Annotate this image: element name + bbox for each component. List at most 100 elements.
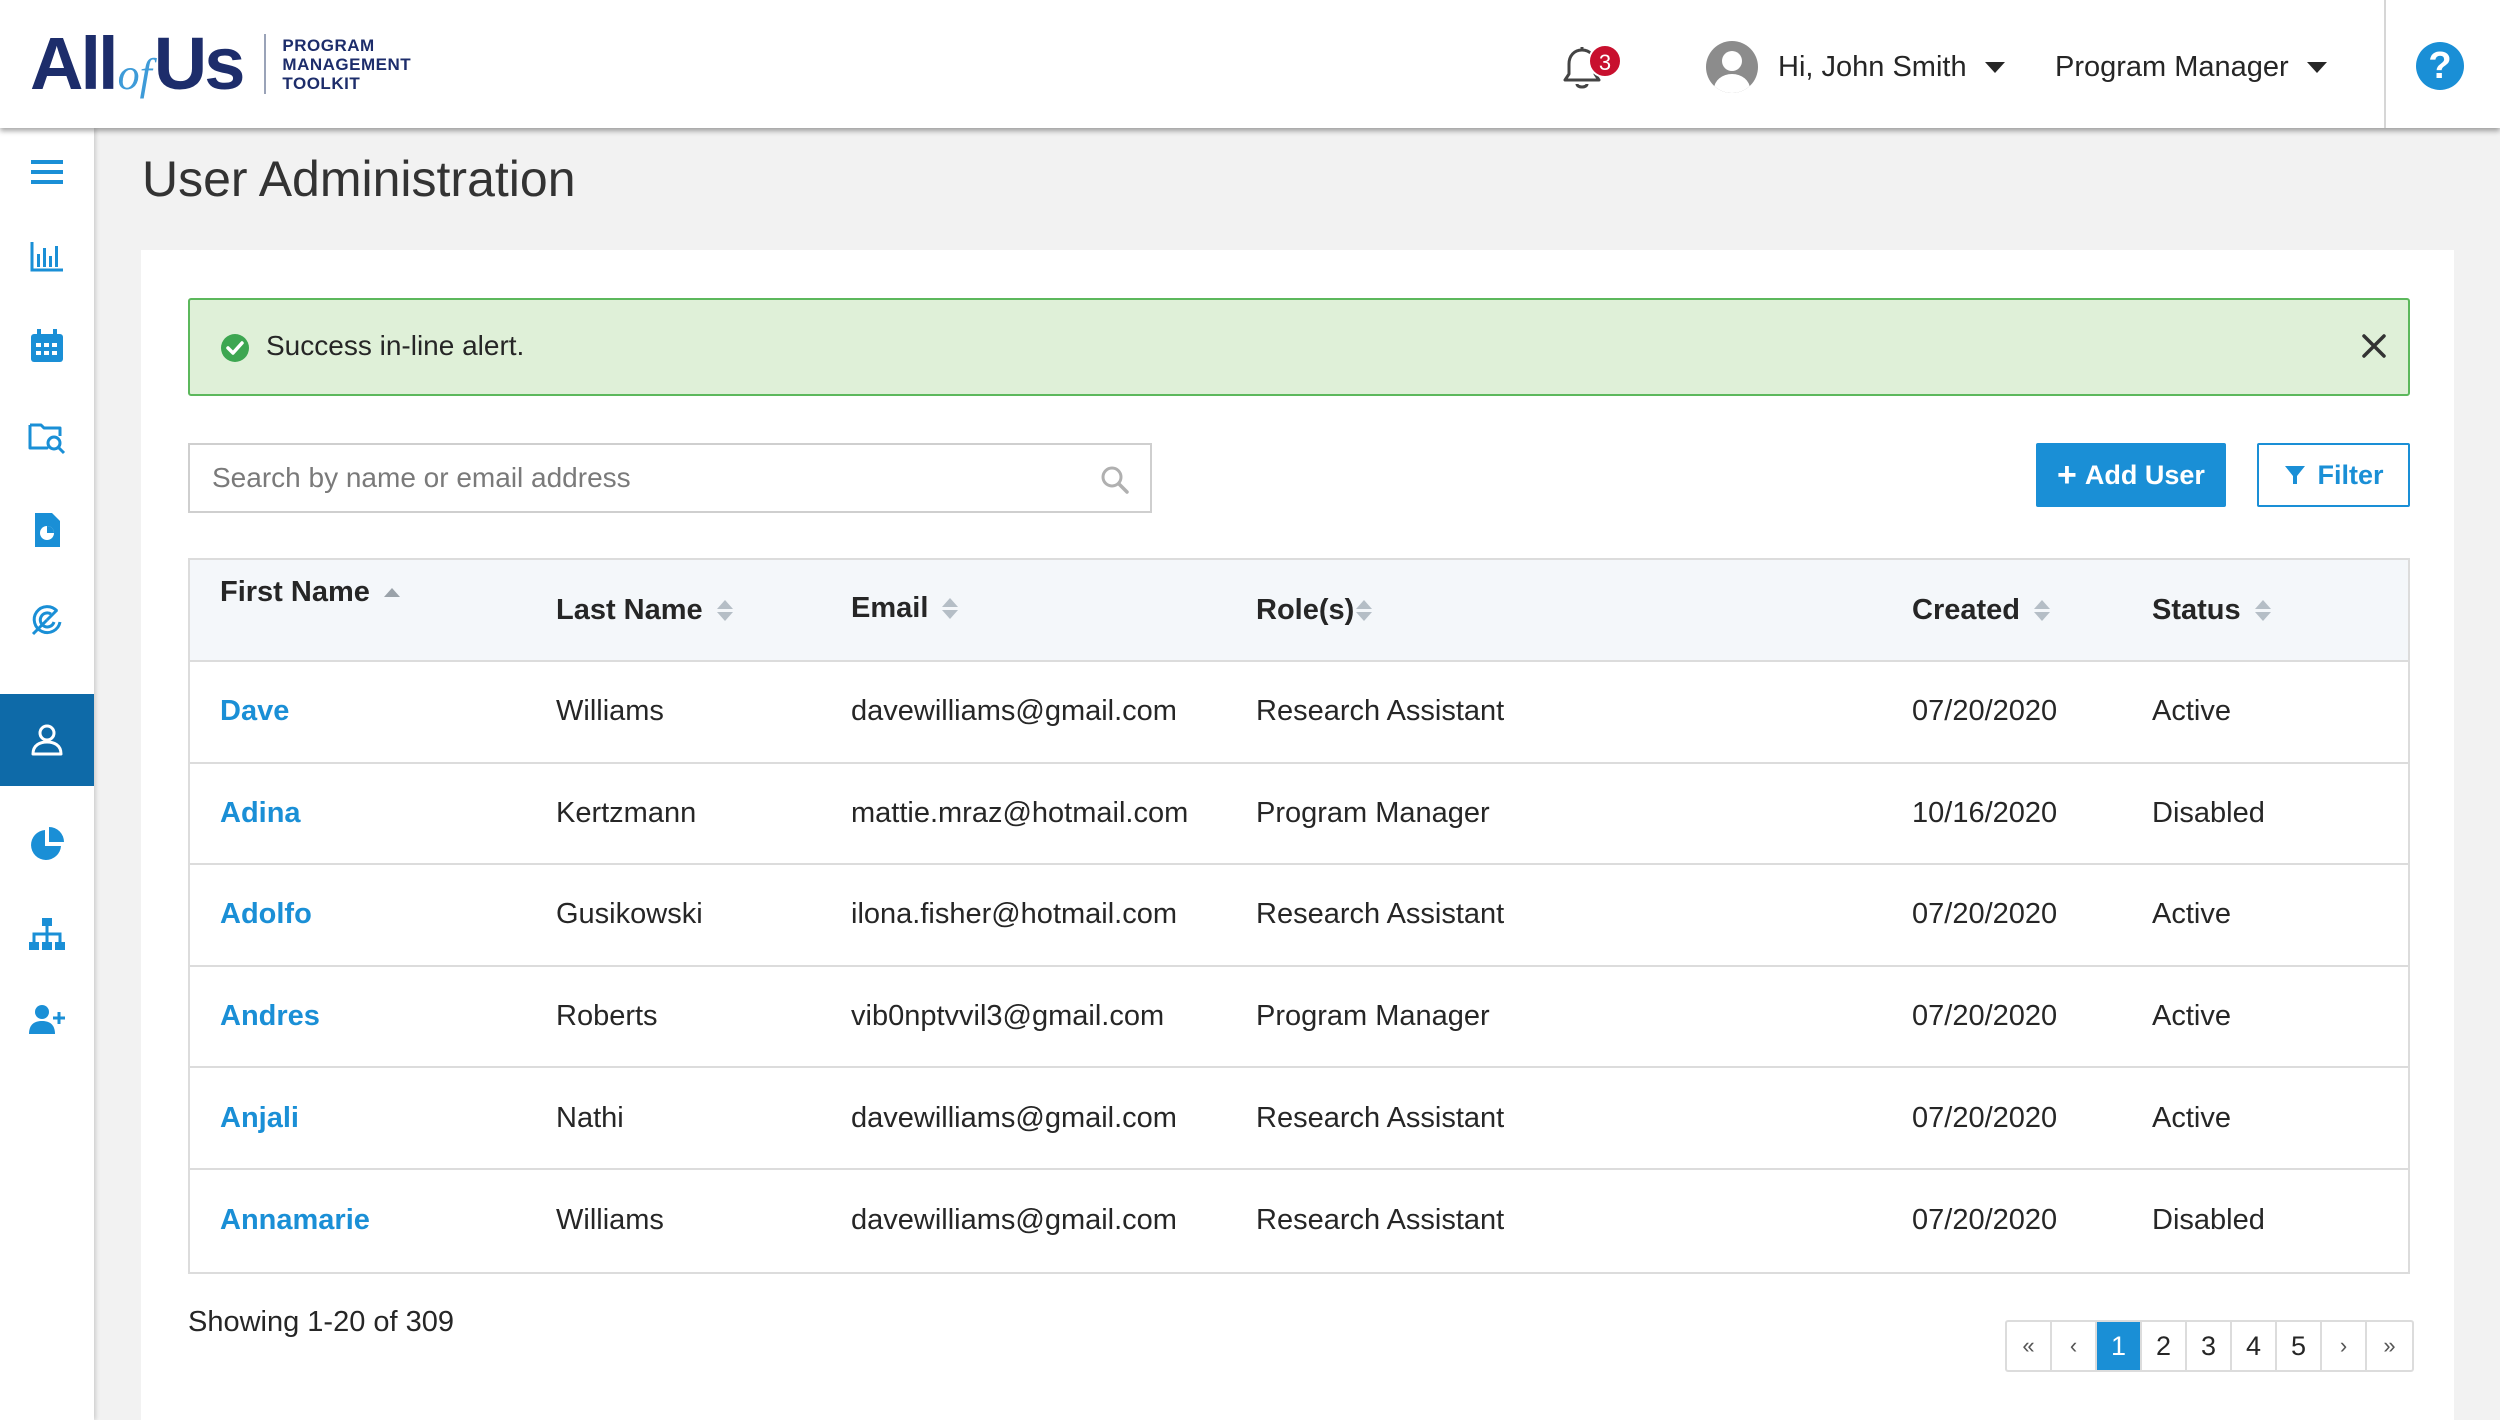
pagination-page-5[interactable]: 5 (2277, 1322, 2322, 1370)
user-status: Active (2152, 1000, 2231, 1033)
table-row: Andres Roberts vib0nptvvil3@gmail.com Pr… (190, 966, 2408, 1069)
column-header-status[interactable]: Status (2152, 594, 2271, 627)
column-header-email[interactable]: Email (851, 592, 959, 625)
add-user-button[interactable]: + Add User (2036, 443, 2226, 507)
sidebar (0, 128, 94, 1420)
logo-sub-line: TOOLKIT (282, 73, 361, 93)
pagination-page-4[interactable]: 4 (2232, 1322, 2277, 1370)
user-first-name-link[interactable]: Adolfo (220, 865, 312, 965)
table-row: Anjali Nathi davewilliams@gmail.com Rese… (190, 1068, 2408, 1170)
sidebar-item-reports[interactable] (0, 484, 94, 576)
sidebar-item-analytics[interactable] (0, 210, 94, 302)
sidebar-item-calendar[interactable] (0, 300, 94, 392)
sidebar-item-add-user[interactable] (0, 974, 94, 1066)
user-first-name-link[interactable]: Dave (220, 662, 289, 762)
column-header-label: Role(s) (1256, 594, 1355, 626)
sidebar-item-outreach[interactable] (0, 574, 94, 666)
help-icon[interactable]: ? (2416, 42, 2464, 90)
sort-icon (1356, 600, 1373, 621)
pie-chart-icon (31, 827, 64, 860)
sitemap-icon (29, 918, 65, 950)
header-divider (2384, 0, 2386, 128)
table-row: Adina Kertzmann mattie.mraz@hotmail.com … (190, 763, 2408, 866)
user-first-name-link[interactable]: Annamarie (220, 1170, 370, 1272)
user-role: Program Manager (1256, 1000, 1490, 1033)
logo-wordmark: All of Us (30, 22, 246, 105)
column-header-label: Email (851, 592, 929, 624)
user-created: 07/20/2020 (1912, 898, 2058, 931)
logo-of: of (117, 50, 152, 99)
column-header-last-name[interactable]: Last Name (556, 594, 733, 627)
user-first-name-link[interactable]: Anjali (220, 1068, 299, 1168)
target-arrow-icon (31, 605, 62, 636)
user-last-name: Nathi (556, 1101, 624, 1134)
table-row: Adolfo Gusikowski ilona.fisher@hotmail.c… (190, 865, 2408, 967)
logo-sub-line: PROGRAM (282, 35, 375, 55)
pagination: « ‹ 1 2 3 4 5 › » (2005, 1320, 2414, 1372)
filter-button[interactable]: Filter (2257, 443, 2410, 507)
pagination-last-button[interactable]: » (2367, 1322, 2412, 1370)
pagination-first-button[interactable]: « (2007, 1322, 2052, 1370)
sidebar-item-folder-search[interactable] (0, 390, 94, 482)
top-header: All of Us PROGRAM MANAGEMENT TOOLKIT 3 Hi,… (0, 0, 2500, 128)
user-last-name: Roberts (556, 1000, 658, 1033)
pagination-prev-button[interactable]: ‹ (2052, 1322, 2097, 1370)
logo-all: All (30, 22, 119, 105)
pagination-page-2[interactable]: 2 (2142, 1322, 2187, 1370)
logo-us: Us (153, 22, 246, 105)
sidebar-item-users[interactable] (0, 694, 94, 786)
user-email: mattie.mraz@hotmail.com (851, 796, 1189, 829)
logo-divider (264, 34, 267, 94)
sort-icon (2254, 600, 2271, 621)
column-header-created[interactable]: Created (1912, 594, 2050, 627)
user-role: Research Assistant (1256, 898, 1505, 931)
add-user-label: Add User (2084, 459, 2205, 490)
sort-icon (2034, 600, 2050, 621)
pagination-page-3[interactable]: 3 (2187, 1322, 2232, 1370)
document-chart-icon (35, 513, 60, 547)
pagination-page-1[interactable]: 1 (2097, 1322, 2142, 1370)
user-role: Research Assistant (1256, 1101, 1505, 1134)
user-email: vib0nptvvil3@gmail.com (851, 1000, 1165, 1033)
check-circle-icon (221, 334, 249, 362)
column-header-label: Status (2152, 594, 2241, 626)
search-input[interactable] (190, 445, 1150, 511)
user-email: davewilliams@gmail.com (851, 1204, 1177, 1237)
sidebar-item-hierarchy[interactable] (0, 888, 94, 980)
chevron-down-icon (1984, 61, 2005, 73)
user-created: 07/20/2020 (1912, 695, 2058, 728)
allofus-logo[interactable]: All of Us PROGRAM MANAGEMENT TOOLKIT (30, 26, 411, 102)
sort-icon (942, 598, 959, 619)
success-alert: Success in-line alert. (188, 298, 2410, 396)
user-first-name-link[interactable]: Adina (220, 764, 301, 864)
user-created: 07/20/2020 (1912, 1204, 2058, 1237)
search-box (188, 443, 1152, 513)
sidebar-item-pie-chart[interactable] (0, 798, 94, 890)
user-email: davewilliams@gmail.com (851, 1101, 1177, 1134)
notification-badge: 3 (1588, 44, 1622, 78)
plus-icon: + (2057, 456, 2077, 494)
user-menu-dropdown[interactable]: Hi, John Smith (1706, 41, 2005, 93)
column-header-first-name[interactable]: First Name (220, 576, 400, 609)
user-last-name: Williams (556, 695, 664, 728)
results-count: Showing 1-20 of 309 (188, 1306, 455, 1338)
sort-ascending-icon (383, 588, 400, 597)
close-icon[interactable] (2356, 328, 2392, 364)
filter-icon (2285, 466, 2306, 484)
user-role: Research Assistant (1256, 1204, 1505, 1237)
users-table: First Name Last Name Email Role(s) Creat… (188, 558, 2410, 1274)
user-last-name: Gusikowski (556, 898, 703, 931)
search-icon[interactable] (1100, 465, 1130, 495)
avatar (1706, 41, 1758, 93)
sidebar-item-menu[interactable] (0, 126, 94, 218)
table-header-row: First Name Last Name Email Role(s) Creat… (190, 560, 2408, 662)
calendar-icon (31, 329, 63, 362)
user-first-name-link[interactable]: Andres (220, 967, 320, 1067)
pagination-next-button[interactable]: › (2322, 1322, 2367, 1370)
role-dropdown[interactable]: Program Manager (2055, 42, 2327, 92)
user-last-name: Williams (556, 1204, 664, 1237)
column-header-roles[interactable]: Role(s) (1256, 594, 1373, 627)
user-last-name: Kertzmann (556, 796, 697, 829)
alert-message: Success in-line alert. (266, 330, 525, 361)
user-role: Research Assistant (1256, 695, 1505, 728)
